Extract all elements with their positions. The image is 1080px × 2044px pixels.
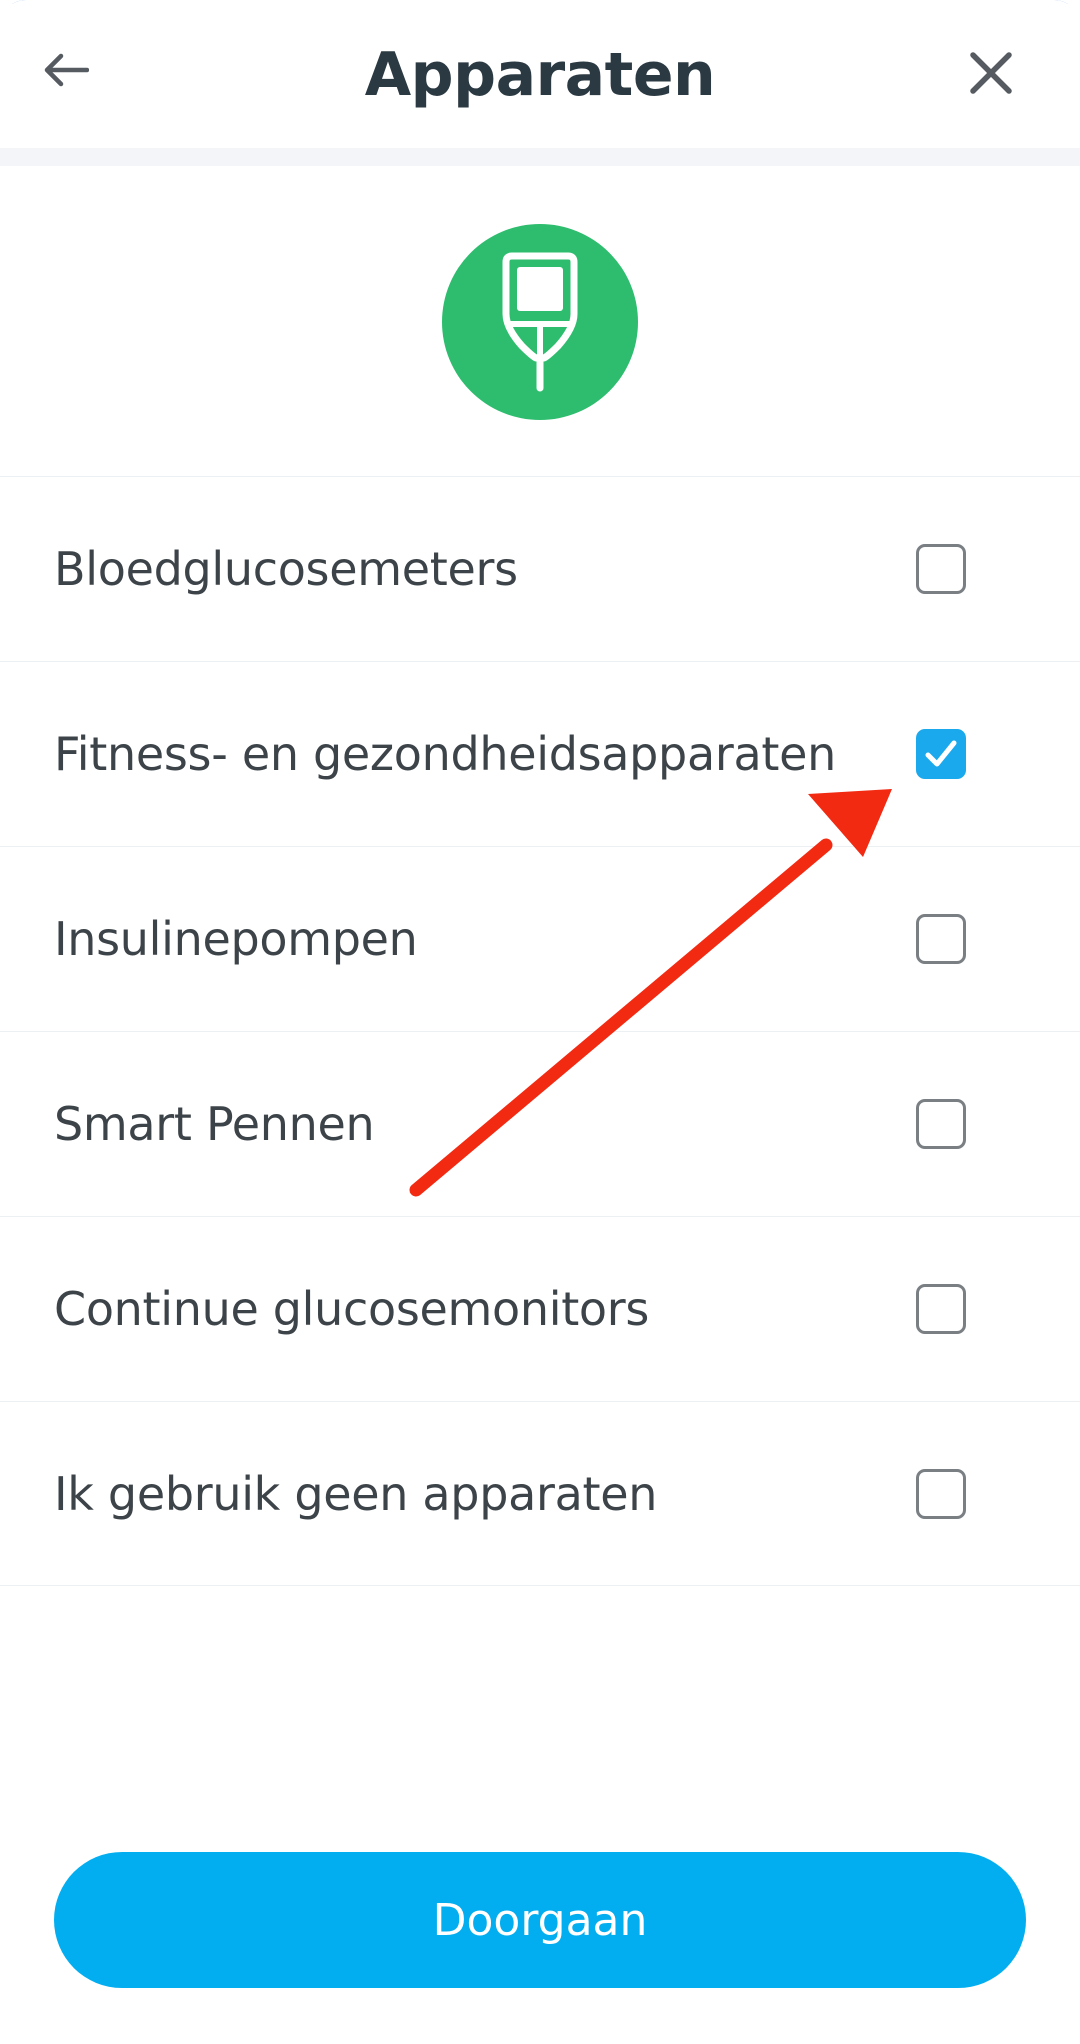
header-divider: [0, 148, 1080, 166]
device-checkbox-checked[interactable]: [916, 729, 966, 779]
device-label: Insulinepompen: [54, 912, 418, 966]
device-label: Ik gebruik geen apparaten: [54, 1467, 658, 1521]
devices-screen: Apparaten Bloedglucosemeters Fitness- en…: [0, 0, 1080, 2044]
device-checkbox[interactable]: [916, 544, 966, 594]
close-icon: [970, 52, 1012, 94]
device-badge: [442, 224, 638, 420]
header: Apparaten: [0, 0, 1080, 148]
device-checkbox[interactable]: [916, 1284, 966, 1334]
device-checkbox[interactable]: [916, 1099, 966, 1149]
close-button[interactable]: [958, 40, 1024, 106]
device-label: Smart Pennen: [54, 1097, 375, 1151]
device-row-bloedglucosemeters[interactable]: Bloedglucosemeters: [0, 476, 1080, 661]
device-row-continue-glucosemonitors[interactable]: Continue glucosemonitors: [0, 1216, 1080, 1401]
arrow-left-icon: [44, 53, 89, 87]
device-checkbox[interactable]: [916, 914, 966, 964]
page-title: Apparaten: [364, 40, 716, 110]
device-row-fitness[interactable]: Fitness- en gezondheidsapparaten: [0, 661, 1080, 846]
device-row-geen-apparaten[interactable]: Ik gebruik geen apparaten: [0, 1401, 1080, 1586]
device-row-insulinepompen[interactable]: Insulinepompen: [0, 846, 1080, 1031]
back-button[interactable]: [34, 38, 98, 102]
device-label: Continue glucosemonitors: [54, 1282, 650, 1336]
device-checkbox[interactable]: [916, 1469, 966, 1519]
checkmark-icon: [925, 740, 957, 767]
glucose-meter-icon: [502, 252, 578, 392]
device-row-smart-pennen[interactable]: Smart Pennen: [0, 1031, 1080, 1216]
device-label: Fitness- en gezondheidsapparaten: [54, 727, 836, 781]
device-list: Bloedglucosemeters Fitness- en gezondhei…: [0, 476, 1080, 1586]
continue-button[interactable]: Doorgaan: [54, 1852, 1026, 1988]
device-label: Bloedglucosemeters: [54, 542, 518, 596]
